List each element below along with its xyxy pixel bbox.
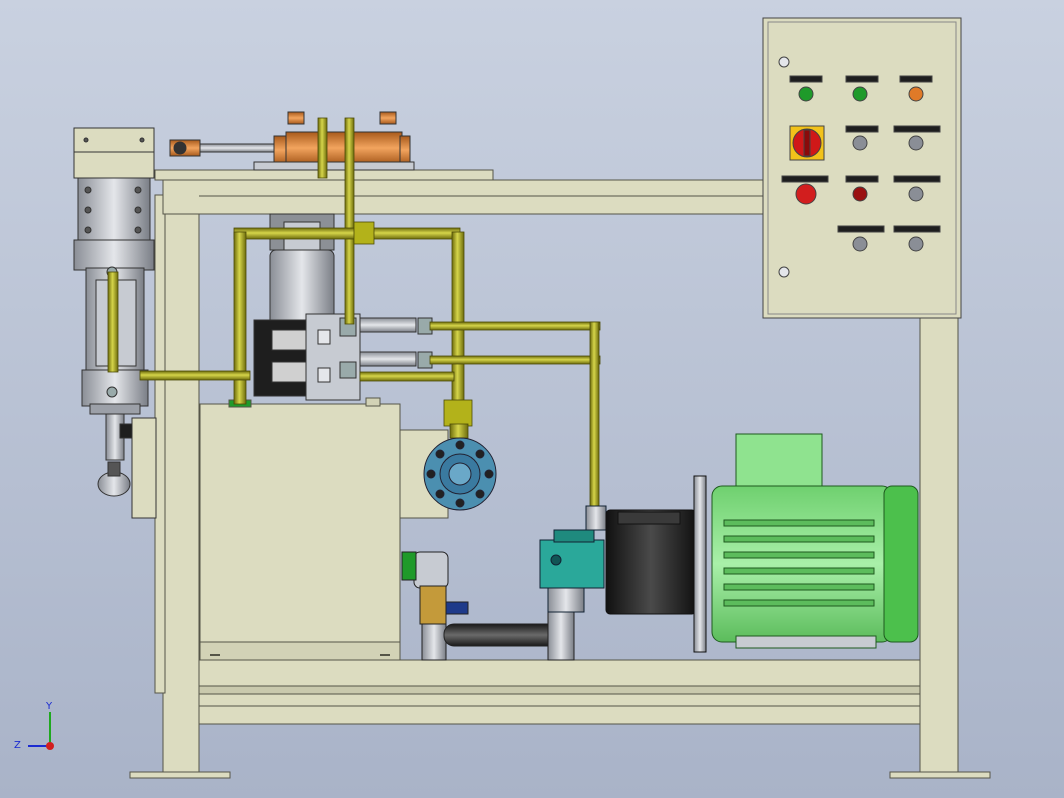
axis-y-label: Y — [45, 701, 53, 712]
hydraulic-unit-drawing: Y Z — [0, 0, 1064, 798]
push-button-grey — [852, 135, 868, 151]
push-button-grey — [908, 135, 924, 151]
push-button-grey — [908, 186, 924, 202]
indicator-lamp-green — [852, 86, 868, 102]
push-button-grey — [908, 236, 924, 252]
panel-screw — [778, 266, 790, 278]
push-button-grey — [852, 236, 868, 252]
emergency-stop-button — [795, 183, 817, 205]
gear-pump — [423, 437, 497, 511]
indicator-lamp-green — [798, 86, 814, 102]
control-panel — [762, 17, 962, 319]
oil-tank — [199, 397, 401, 661]
indicator-lamp-orange — [908, 86, 924, 102]
push-button-red — [852, 186, 868, 202]
panel-screw — [778, 56, 790, 68]
axis-z-label: Z — [14, 740, 21, 751]
